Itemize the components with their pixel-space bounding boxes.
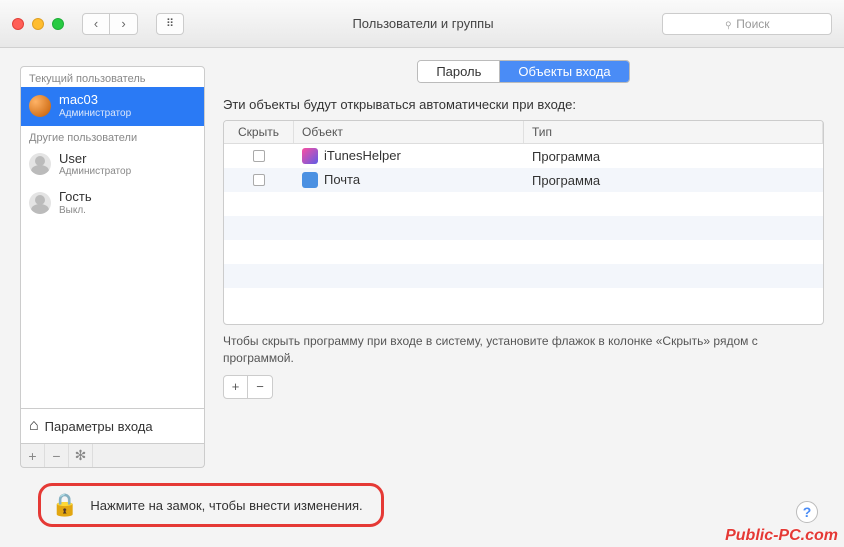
avatar [29, 153, 51, 175]
login-items-description: Эти объекты будут открываться автоматиче… [223, 97, 824, 112]
table-row [224, 288, 823, 312]
remove-user-button[interactable]: − [45, 444, 69, 467]
tab-login-items[interactable]: Объекты входа [500, 61, 628, 82]
hint-text: Чтобы скрыть программу при входе в систе… [223, 333, 824, 367]
traffic-lights [12, 18, 64, 30]
table-row [224, 192, 823, 216]
user-info: mac03 Администратор [59, 92, 131, 120]
add-item-button[interactable]: + [224, 376, 248, 398]
content-area: Текущий пользователь mac03 Администратор… [0, 48, 844, 468]
add-remove-toolbar: + − [223, 375, 273, 399]
tab-password[interactable]: Пароль [418, 61, 500, 82]
table-row[interactable]: iTunesHelper Программа [224, 144, 823, 168]
type-cell: Программа [524, 149, 823, 164]
table-header: Скрыть Объект Тип [224, 121, 823, 144]
avatar [29, 192, 51, 214]
login-items-table: Скрыть Объект Тип iTunesHelper Программа… [223, 120, 824, 325]
login-options-label: Параметры входа [45, 419, 153, 434]
user-info: Гость Выкл. [59, 189, 92, 217]
window-title: Пользователи и группы [194, 16, 652, 31]
prefs-window: ‹ › ⠿ Пользователи и группы Поиск Текущи… [0, 0, 844, 547]
tab-bar: Пароль Объекты входа [223, 60, 824, 83]
remove-item-button[interactable]: − [248, 376, 272, 398]
user-row[interactable]: User Администратор [21, 146, 204, 185]
watermark: Public-PC.com [725, 527, 838, 545]
user-name: mac03 [59, 92, 131, 108]
lock-text: Нажмите на замок, чтобы внести изменения… [90, 498, 362, 513]
user-row[interactable]: Гость Выкл. [21, 184, 204, 223]
avatar [29, 95, 51, 117]
table-row [224, 240, 823, 264]
main-panel: Пароль Объекты входа Эти объекты будут о… [223, 66, 824, 468]
current-user-section-label: Текущий пользователь [21, 67, 204, 87]
sidebar-toolbar: + − ✻ [20, 444, 205, 468]
type-cell: Программа [524, 173, 823, 188]
search-field[interactable]: Поиск [662, 13, 832, 35]
lock-icon: 🔒 [51, 492, 78, 518]
gear-icon[interactable]: ✻ [69, 444, 93, 467]
user-name: Гость [59, 189, 92, 205]
object-name: iTunesHelper [324, 148, 401, 163]
object-cell: Почта [294, 172, 524, 189]
user-info: User Администратор [59, 151, 131, 179]
add-user-button[interactable]: + [21, 444, 45, 467]
sidebar: Текущий пользователь mac03 Администратор… [20, 66, 205, 468]
segmented-control: Пароль Объекты входа [417, 60, 629, 83]
col-hide-header[interactable]: Скрыть [224, 121, 294, 143]
home-icon: ⌂ [29, 417, 39, 435]
user-row-current[interactable]: mac03 Администратор [21, 87, 204, 126]
table-row[interactable]: Почта Программа [224, 168, 823, 192]
forward-button[interactable]: › [110, 13, 138, 35]
login-options-button[interactable]: ⌂ Параметры входа [20, 409, 205, 444]
help-button[interactable]: ? [796, 501, 818, 523]
app-icon [302, 148, 318, 164]
other-users-section-label: Другие пользователи [21, 126, 204, 146]
hide-checkbox[interactable] [253, 150, 265, 162]
hide-checkbox[interactable] [253, 174, 265, 186]
user-role: Выкл. [59, 205, 92, 217]
back-button[interactable]: ‹ [82, 13, 110, 35]
col-object-header[interactable]: Объект [294, 121, 524, 143]
table-body: iTunesHelper Программа Почта Программа [224, 144, 823, 324]
col-type-header[interactable]: Тип [524, 121, 823, 143]
user-name: User [59, 151, 131, 167]
minimize-button[interactable] [32, 18, 44, 30]
nav-buttons: ‹ › [82, 13, 138, 35]
zoom-button[interactable] [52, 18, 64, 30]
table-row [224, 264, 823, 288]
close-button[interactable] [12, 18, 24, 30]
user-list: Текущий пользователь mac03 Администратор… [20, 66, 205, 409]
user-role: Администратор [59, 166, 131, 178]
object-name: Почта [324, 172, 360, 187]
app-icon [302, 172, 318, 188]
object-cell: iTunesHelper [294, 148, 524, 165]
user-role: Администратор [59, 108, 131, 120]
titlebar: ‹ › ⠿ Пользователи и группы Поиск [0, 0, 844, 48]
table-row [224, 216, 823, 240]
show-all-button[interactable]: ⠿ [156, 13, 184, 35]
lock-area[interactable]: 🔒 Нажмите на замок, чтобы внести изменен… [38, 483, 384, 527]
